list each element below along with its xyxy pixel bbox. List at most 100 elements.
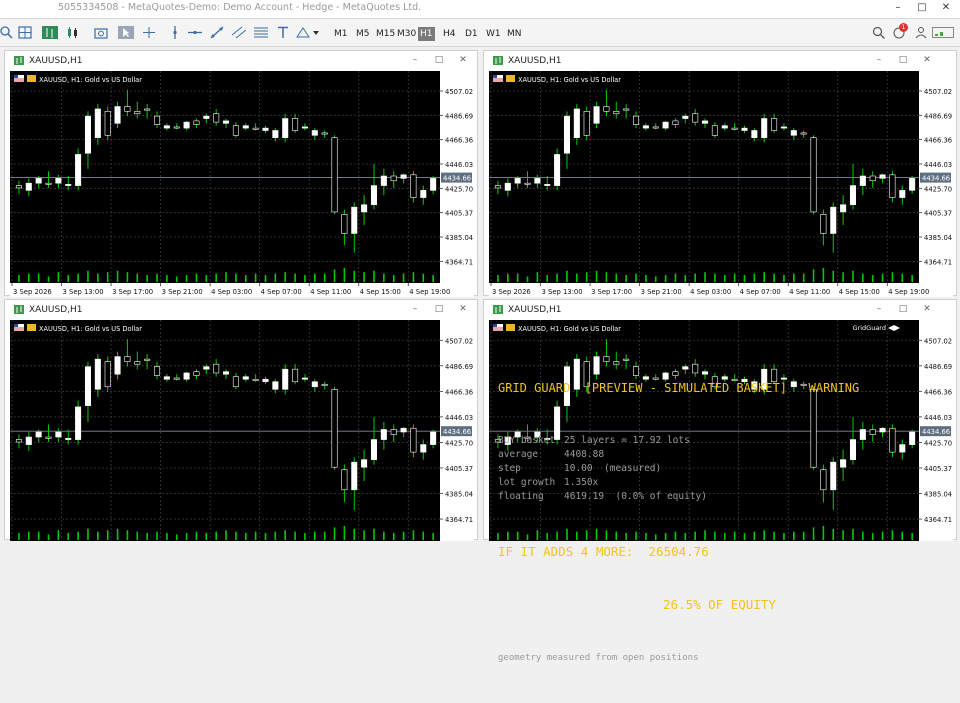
chart-window[interactable]: XAUUSD,H1 – □ ✕ 4507.02 4486.69 4466.36 444… [4,50,478,297]
candle-body [341,469,348,491]
candle-body [642,125,649,129]
candle-body [173,126,180,129]
minimize-icon[interactable]: – [873,304,885,314]
candle-body [65,437,72,440]
cursor-icon[interactable] [118,26,134,39]
channel-icon[interactable] [232,26,246,39]
close-icon[interactable]: ✕ [921,55,933,65]
minimize-icon[interactable]: – [409,304,421,314]
candle-body [563,115,570,154]
hud-row-label: lot growth [498,477,556,488]
plot-area [10,320,440,541]
timeframe-d1[interactable]: D1 [463,27,480,41]
close-icon[interactable]: ✕ [938,1,954,15]
gold-icon [506,75,515,82]
candle-body [632,115,640,125]
price-label: 4446.03 [924,414,952,422]
notification-badge: 1 [899,23,908,32]
price-chart[interactable]: 4507.02 4486.69 4466.36 4446.03 4425.70 4405.… [10,320,474,541]
chart-window-title: XAUUSD,H1 [508,56,562,66]
maximize-icon[interactable]: □ [914,1,930,15]
candle-body [55,178,62,184]
close-icon[interactable]: ✕ [457,304,469,314]
timeframe-m5[interactable]: M5 [354,27,372,41]
vertical-line-icon[interactable] [168,26,182,39]
price-label: 4385.04 [445,234,473,242]
hud-warning-line: IF IT ADDS 4 MORE: 26504.76 [498,544,859,559]
horizontal-line-icon[interactable] [188,26,202,39]
chart-window[interactable]: XAUUSD,H1 – □ ✕ 4507.02 4486.69 4466.36 444… [4,299,478,541]
minimize-icon[interactable]: – [890,1,906,15]
candle-body [869,175,876,182]
candle-body [341,214,348,234]
timeframe-h4[interactable]: H4 [441,27,458,41]
crosshair-icon[interactable] [142,26,156,39]
time-label: 3 Sep 13:00 [542,288,583,296]
screenshot-icon[interactable] [94,26,108,39]
candle-body [232,125,239,136]
account-icon[interactable] [914,26,928,39]
gridguard-panel: GRID GUARD [PREVIEW - SIMULATED BASKET] … [498,343,859,703]
candle-body [272,130,279,138]
timeframe-mn[interactable]: MN [505,27,524,41]
search-icon[interactable] [872,26,886,39]
hud-row-value: 10.00 (measured) [564,463,662,474]
timeframe-m1[interactable]: M1 [332,27,350,41]
candle-body [282,368,289,390]
symbol-label: XAUUSD, H1: Gold vs US Dollar [39,76,142,84]
candle-body [420,444,427,453]
candle-body [242,376,249,380]
candle-body [144,108,151,111]
chart-window[interactable]: XAUUSD,H1 – □ ✕ 4507.02 4486.69 4466.36 444… [483,50,957,297]
price-label: 4466.36 [924,137,952,145]
close-icon[interactable]: ✕ [457,55,469,65]
current-price-label: 4434.66 [922,175,950,183]
bar-chart-icon[interactable] [42,26,58,39]
maximize-icon[interactable]: □ [897,304,909,314]
fibonacci-icon[interactable] [254,26,268,39]
candle-body [780,126,787,129]
candle-body [859,175,866,186]
candle-body [331,388,338,468]
tile-windows-icon[interactable] [18,26,32,39]
candlestick-icon[interactable] [66,26,80,39]
price-label: 4446.03 [445,414,473,422]
timeframe-h1[interactable]: H1 [418,27,435,41]
chart-window[interactable]: XAUUSD,H1 – □ ✕ 4507.02 4486.69 4466.36 444… [483,299,957,663]
price-label: 4507.02 [924,88,952,96]
symbol-label: XAUUSD, H1: Gold vs US Dollar [518,325,621,333]
trendline-icon[interactable] [210,26,224,39]
candle-body [75,406,82,440]
candle-body [84,115,91,154]
price-label: 4364.71 [445,516,473,524]
candle-body [252,127,259,130]
price-label: 4486.69 [445,112,473,120]
chart-window-header: XAUUSD,H1 – □ ✕ [484,300,956,320]
candle-body [223,371,230,375]
candle-body [380,175,387,186]
maximize-icon[interactable]: □ [433,304,445,314]
minimize-icon[interactable]: – [409,55,421,65]
candle-body [554,154,561,186]
hud-footer: geometry measured from open positions [498,653,699,663]
price-chart[interactable]: 4507.02 4486.69 4466.36 4446.03 4425.70 4405.… [10,71,474,297]
candle-body [390,429,397,435]
candle-body [301,126,308,129]
candle-body [899,190,906,198]
timeframe-m15[interactable]: M15 [374,27,397,41]
minimize-icon[interactable]: – [873,55,885,65]
timeframe-w1[interactable]: W1 [484,27,503,41]
chart-window-title: XAUUSD,H1 [29,305,83,315]
hud-row-label: average [498,449,539,460]
text-tool-icon[interactable] [276,26,290,39]
timeframe-m30[interactable]: M30 [395,27,418,41]
maximize-icon[interactable]: □ [433,55,445,65]
maximize-icon[interactable]: □ [897,55,909,65]
shapes-menu-icon[interactable] [296,26,320,39]
candle-body [321,383,328,386]
close-icon[interactable]: ✕ [921,304,933,314]
zoom-icon[interactable] [0,26,14,39]
candle-body [331,137,338,213]
candle-body [889,427,896,453]
price-chart[interactable]: 4507.02 4486.69 4466.36 4446.03 4425.70 4405.… [489,71,953,297]
